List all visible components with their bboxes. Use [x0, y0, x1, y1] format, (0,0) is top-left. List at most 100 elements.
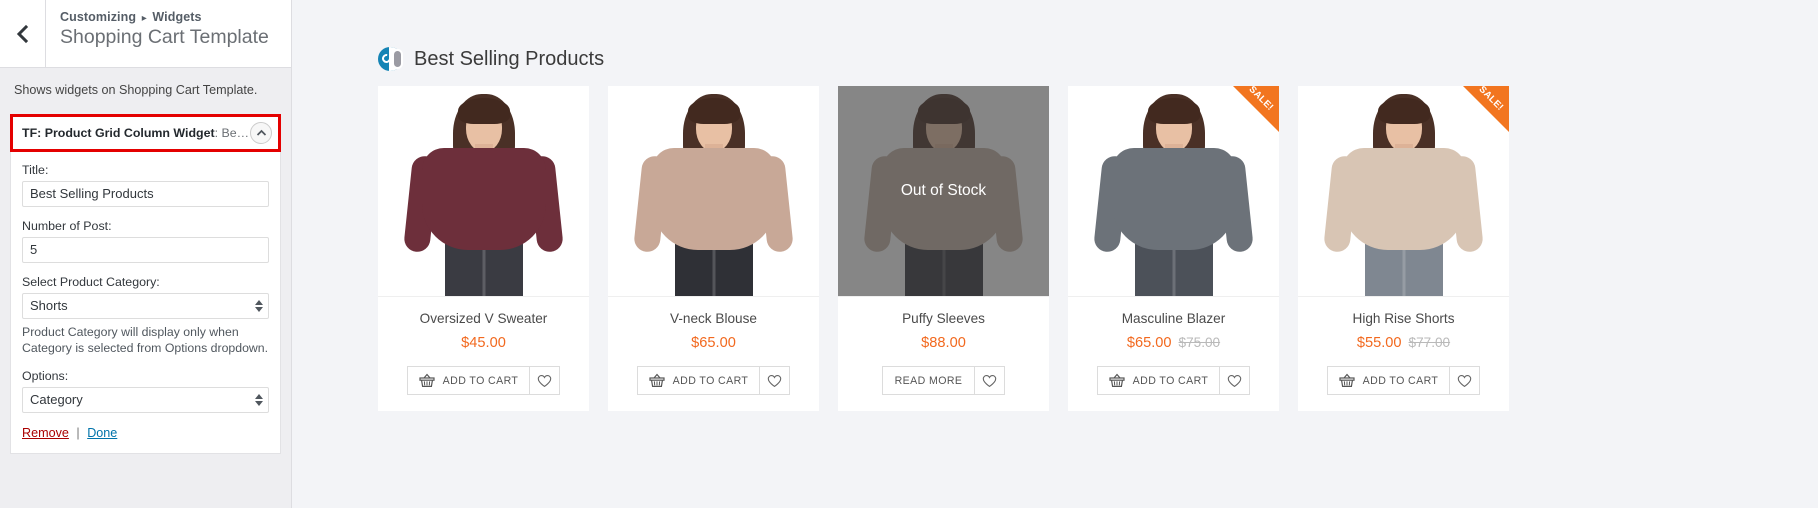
product-info: Masculine Blazer $65.00 $75.00 ADD TO CART [1068, 296, 1279, 411]
site-preview: Best Selling Products Oversized V Sweate… [292, 0, 1818, 508]
product-info: Puffy Sleeves $88.00 READ MORE [838, 296, 1049, 411]
breadcrumb-root: Customizing [60, 10, 137, 24]
customizer-sidebar: Customizing ▸ Widgets Shopping Cart Temp… [0, 0, 292, 508]
options-field-label: Options: [22, 368, 69, 383]
wishlist-button[interactable] [759, 367, 789, 394]
product-image[interactable]: SALE! [1298, 86, 1509, 296]
out-of-stock-label: Out of Stock [900, 182, 987, 199]
panel-description: Shows widgets on Shopping Cart Template. [14, 83, 258, 97]
add-to-cart-button[interactable]: ADD TO CART [408, 367, 530, 394]
heart-icon [982, 374, 997, 388]
product-card[interactable]: SALE! Masculine Blazer $65.00 $75.00 ADD TO … [1068, 86, 1279, 411]
product-card[interactable]: SALE! High Rise Shorts $55.00 $77.00 ADD TO … [1298, 86, 1509, 411]
chevron-left-icon [16, 24, 29, 44]
chevron-up-icon [256, 124, 267, 142]
wishlist-button[interactable] [1219, 367, 1249, 394]
brand-logo-icon [378, 46, 404, 72]
shopping-basket-icon [649, 373, 665, 388]
product-name[interactable]: V-neck Blouse [616, 311, 811, 326]
options-select[interactable]: Category [22, 386, 269, 413]
product-image[interactable] [378, 86, 589, 296]
product-name[interactable]: High Rise Shorts [1306, 311, 1501, 326]
product-info: Oversized V Sweater $45.00 ADD TO CART [378, 296, 589, 411]
heart-icon [767, 374, 782, 388]
add-to-cart-button[interactable]: ADD TO CART [1098, 367, 1220, 394]
product-grid: Oversized V Sweater $45.00 ADD TO CART V-ne… [292, 72, 1818, 411]
product-price: $65.00 $75.00 [1076, 335, 1271, 351]
shopping-basket-icon [419, 373, 435, 388]
heart-icon [537, 374, 552, 388]
post-count-field-label: Number of Post: [22, 218, 112, 233]
add-to-cart-label: ADD TO CART [442, 374, 519, 387]
customizer-app: Customizing ▸ Widgets Shopping Cart Temp… [0, 0, 1818, 508]
product-price: $45.00 [386, 335, 581, 351]
title-field-label: Title: [22, 162, 49, 177]
product-name[interactable]: Masculine Blazer [1076, 311, 1271, 326]
remove-widget-link[interactable]: Remove [22, 426, 69, 440]
wishlist-button[interactable] [1449, 367, 1479, 394]
product-actions: ADD TO CART [1076, 366, 1271, 395]
breadcrumb: Customizing ▸ Widgets [60, 10, 269, 24]
widget-name: TF: Product Grid Column Widget [22, 125, 215, 140]
product-actions: READ MORE [846, 366, 1041, 395]
widget-accordion: TF: Product Grid Column Widget: Be… Titl… [10, 113, 281, 454]
wishlist-button[interactable] [529, 367, 559, 394]
product-action-group: ADD TO CART [1096, 366, 1251, 395]
back-button[interactable] [0, 0, 46, 67]
product-image[interactable] [608, 86, 819, 296]
widget-settings-form: Title: Number of Post: Select Product Ca… [10, 151, 281, 454]
product-price: $55.00 $77.00 [1306, 335, 1501, 351]
product-action-group: ADD TO CART [406, 366, 561, 395]
done-link[interactable]: Done [87, 426, 117, 440]
product-photo-illustration [608, 86, 819, 296]
product-card[interactable]: Oversized V Sweater $45.00 ADD TO CART [378, 86, 589, 411]
sidebar-header: Customizing ▸ Widgets Shopping Cart Temp… [0, 0, 291, 68]
heart-icon [1227, 374, 1242, 388]
product-current-price: $55.00 [1356, 335, 1402, 351]
section-title: Best Selling Products [414, 47, 605, 70]
product-card[interactable]: Out of Stock Puffy Sleeves $88.00 READ MORE [838, 86, 1049, 411]
product-original-price: $75.00 [1178, 335, 1221, 350]
product-category-select[interactable]: Shorts [22, 292, 269, 319]
add-to-cart-button[interactable]: ADD TO CART [1328, 367, 1450, 394]
product-actions: ADD TO CART [386, 366, 581, 395]
add-to-cart-button[interactable]: ADD TO CART [638, 367, 760, 394]
widget-title-input[interactable] [22, 180, 269, 207]
product-current-price: $88.00 [921, 335, 966, 351]
product-image[interactable]: SALE! [1068, 86, 1279, 296]
product-category-help-text: Product Category will display only when … [22, 324, 269, 356]
add-to-cart-label: ADD TO CART [672, 374, 749, 387]
widget-name-suffix: : Be… [214, 125, 250, 140]
widget-collapse-toggle[interactable] [250, 121, 272, 144]
product-current-price: $65.00 [1126, 335, 1172, 351]
section-header: Best Selling Products [292, 0, 1818, 72]
page-title: Shopping Cart Template [60, 26, 269, 48]
product-current-price: $65.00 [691, 335, 736, 351]
widget-header-title: TF: Product Grid Column Widget: Be… [22, 126, 249, 140]
sidebar-title-block: Customizing ▸ Widgets Shopping Cart Temp… [46, 0, 269, 67]
product-action-group: READ MORE [881, 366, 1006, 395]
breadcrumb-separator: ▸ [141, 13, 147, 24]
wishlist-button[interactable] [974, 367, 1004, 394]
product-category-field-label: Select Product Category: [22, 274, 160, 289]
product-current-price: $45.00 [461, 335, 506, 351]
product-price: $65.00 [616, 335, 811, 351]
product-action-group: ADD TO CART [636, 366, 791, 395]
product-info: V-neck Blouse $65.00 ADD TO CART [608, 296, 819, 411]
number-of-post-input[interactable] [22, 236, 269, 263]
widget-header[interactable]: TF: Product Grid Column Widget: Be… [13, 116, 278, 149]
out-of-stock-overlay: Out of Stock [838, 86, 1049, 296]
product-name[interactable]: Puffy Sleeves [846, 311, 1041, 326]
product-name[interactable]: Oversized V Sweater [386, 311, 581, 326]
read-more-button[interactable]: READ MORE [883, 367, 975, 394]
product-image[interactable]: Out of Stock [838, 86, 1049, 296]
actions-separator: | [76, 425, 80, 440]
product-info: High Rise Shorts $55.00 $77.00 ADD TO CART [1298, 296, 1509, 411]
product-photo-illustration [378, 86, 589, 296]
widget-header-highlight: TF: Product Grid Column Widget: Be… [10, 113, 281, 152]
widget-actions: Remove | Done [22, 426, 269, 440]
product-action-group: ADD TO CART [1326, 366, 1481, 395]
product-actions: ADD TO CART [616, 366, 811, 395]
read-more-label: READ MORE [894, 374, 963, 387]
product-card[interactable]: V-neck Blouse $65.00 ADD TO CART [608, 86, 819, 411]
